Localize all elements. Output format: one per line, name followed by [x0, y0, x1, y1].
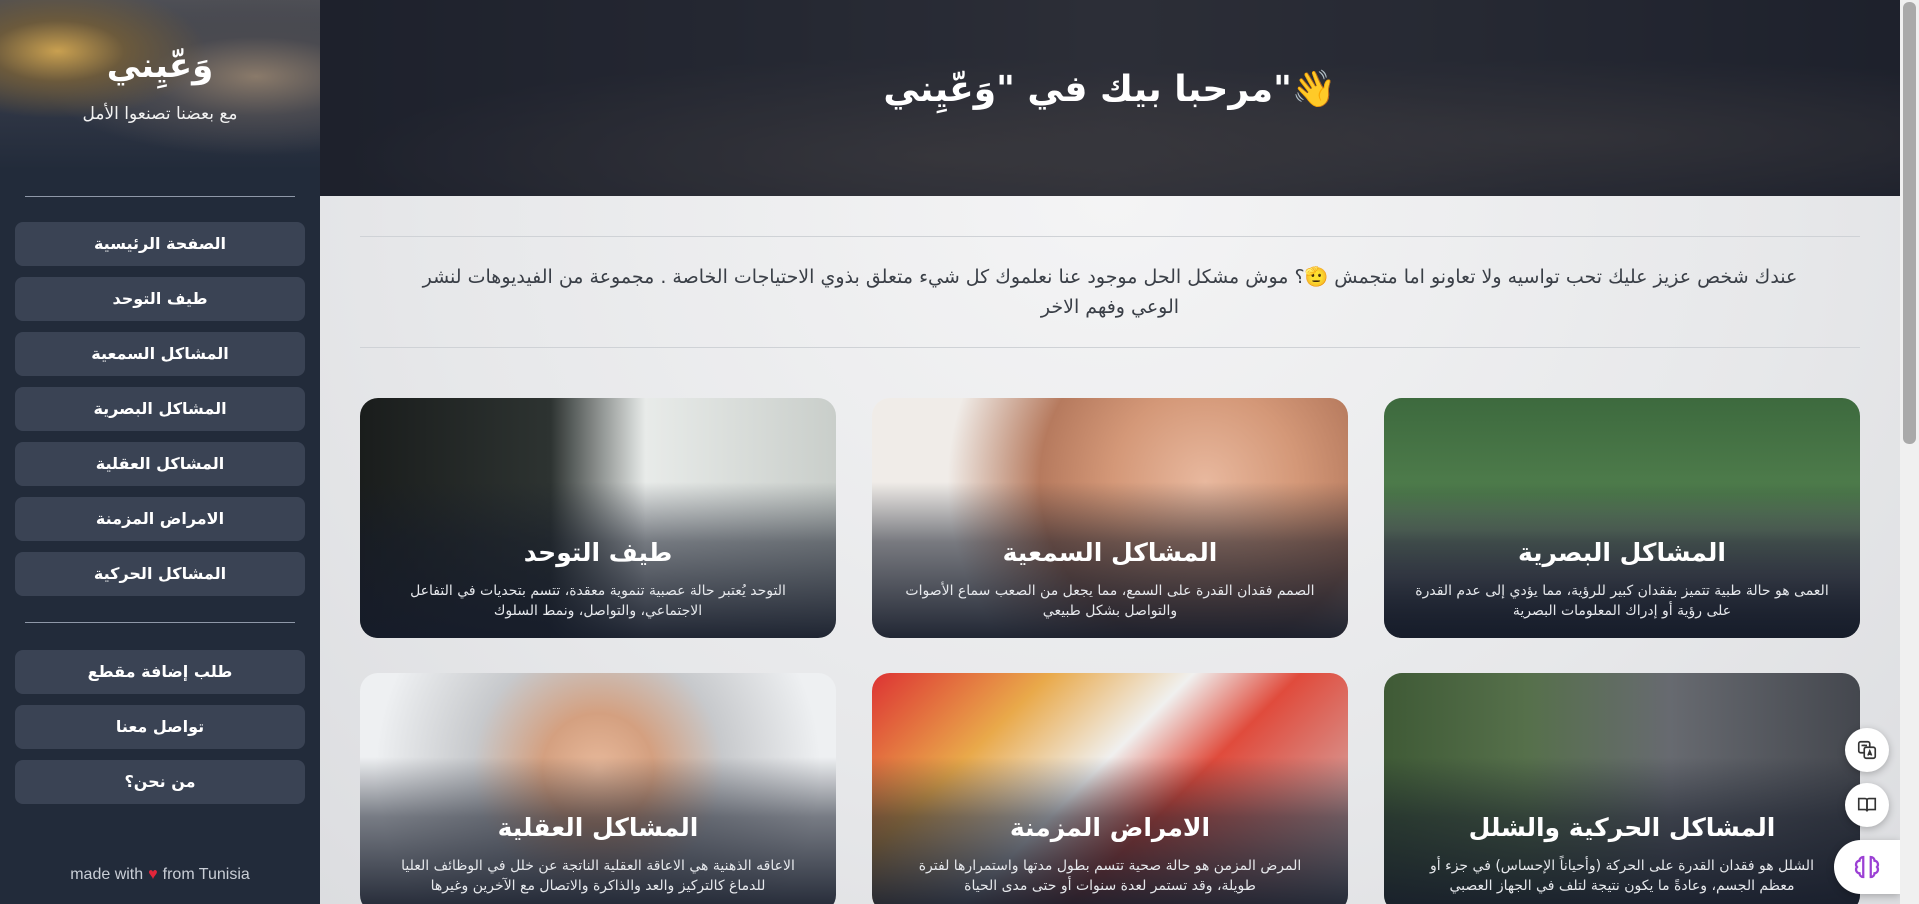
divider — [360, 236, 1860, 237]
nav-visual[interactable]: المشاكل البصرية — [15, 387, 305, 431]
card-title: المشاكل البصرية — [1518, 538, 1726, 567]
page-title: مرحبا بيك في "وَعّيِني"👋 — [883, 69, 1337, 110]
card-title: المشاكل الحركية والشلل — [1468, 813, 1776, 842]
brand-subtitle: مع بعضنا تصنعوا الأمل — [82, 104, 238, 124]
sidebar: وَعّيِني مع بعضنا تصنعوا الأمل الصفحة ال… — [0, 0, 320, 904]
card-description: الصمم فقدان القدرة على السمع، مما يجعل م… — [905, 583, 1315, 619]
brain-icon[interactable] — [1834, 840, 1900, 894]
about-button[interactable]: من نحن؟ — [15, 760, 305, 804]
card-description: التوحد يُعتبر حالة عصبية تنموية معقدة، ت… — [410, 583, 786, 619]
card-description: العمى هو حالة طبية تتميز بفقدان كبير للر… — [1415, 583, 1829, 619]
scrollbar[interactable] — [1900, 0, 1919, 904]
card-visual[interactable]: المشاكل البصرية العمى هو حالة طبية تتميز… — [1384, 398, 1860, 638]
card-autism[interactable]: طيف التوحد التوحد يُعتبر حالة عصبية تنمو… — [360, 398, 836, 638]
card-chronic[interactable]: الامراض المزمنة المرض المزمن هو حالة صحي… — [872, 673, 1348, 904]
contact-button[interactable]: تواصل معنا — [15, 705, 305, 749]
nav-mental[interactable]: المشاكل العقلية — [15, 442, 305, 486]
footer-credit: made with ♥ from Tunisia — [0, 866, 320, 884]
brand-title[interactable]: وَعّيِني — [0, 46, 320, 86]
heart-icon: ♥ — [148, 866, 158, 883]
card-hearing[interactable]: المشاكل السمعية الصمم فقدان القدرة على ا… — [872, 398, 1348, 638]
hero-banner: مرحبا بيك في "وَعّيِني"👋 — [320, 0, 1900, 196]
nav-hearing[interactable]: المشاكل السمعية — [15, 332, 305, 376]
card-title: الامراض المزمنة — [1009, 813, 1211, 842]
card-description: الشلل هو فقدان القدرة على الحركة (وأحيان… — [1430, 858, 1814, 894]
nav-chronic[interactable]: الامراض المزمنة — [15, 497, 305, 541]
card-description: الاعاقه الذهنية هي الاعاقة العقلية النات… — [401, 858, 795, 894]
sidebar-divider — [25, 622, 295, 623]
divider — [360, 347, 1860, 348]
main-content: عندك شخص عزيز عليك تحب تواسيه ولا تعاونو… — [320, 196, 1900, 904]
translate-icon[interactable] — [1845, 728, 1889, 772]
intro-text: عندك شخص عزيز عليك تحب تواسيه ولا تعاونو… — [422, 266, 1798, 318]
made-with-text: made with — [70, 866, 144, 883]
card-motor[interactable]: المشاكل الحركية والشلل الشلل هو فقدان ال… — [1384, 673, 1860, 904]
card-description: المرض المزمن هو حالة صحية تتسم بطول مدته… — [918, 858, 1302, 894]
from-text: from Tunisia — [162, 866, 250, 883]
nav-home[interactable]: الصفحة الرئيسية — [15, 222, 305, 266]
sidebar-divider — [25, 196, 295, 197]
request-video-button[interactable]: طلب إضافة مقطع — [15, 650, 305, 694]
card-title: المشاكل العقلية — [497, 813, 699, 842]
nav-motor[interactable]: المشاكل الحركية — [15, 552, 305, 596]
nav-autism[interactable]: طيف التوحد — [15, 277, 305, 321]
card-title: طيف التوحد — [523, 538, 673, 567]
card-mental[interactable]: المشاكل العقلية الاعاقه الذهنية هي الاعا… — [360, 673, 836, 904]
scrollbar-thumb[interactable] — [1903, 2, 1916, 444]
card-title: المشاكل السمعية — [1002, 538, 1218, 567]
